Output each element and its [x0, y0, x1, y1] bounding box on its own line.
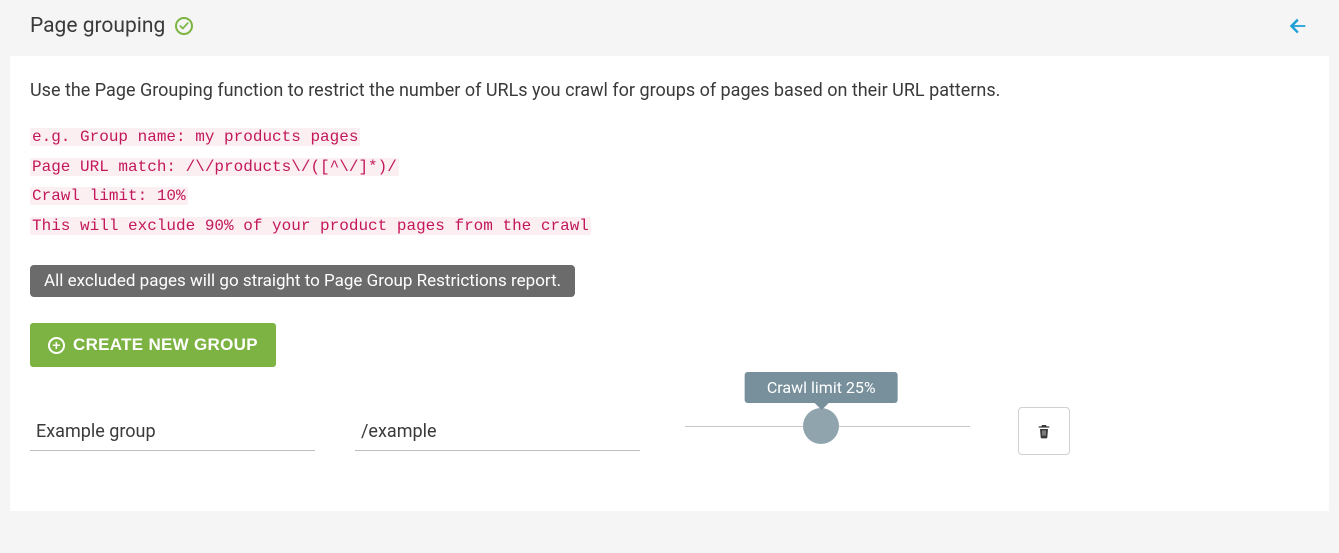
create-group-button[interactable]: + CREATE NEW GROUP: [30, 323, 276, 367]
plus-circle-icon: +: [48, 337, 65, 354]
create-group-label: CREATE NEW GROUP: [73, 335, 258, 355]
slider-thumb[interactable]: [803, 408, 839, 444]
intro-text: Use the Page Grouping function to restri…: [30, 80, 1309, 101]
url-match-input[interactable]: [355, 415, 640, 451]
example-line: e.g. Group name: my products pages: [30, 128, 360, 146]
example-code: e.g. Group name: my products pages Page …: [30, 123, 1309, 241]
check-circle-icon: [175, 17, 193, 35]
back-arrow-icon[interactable]: [1287, 15, 1309, 37]
delete-group-button[interactable]: [1018, 407, 1070, 455]
example-line: This will exclude 90% of your product pa…: [30, 217, 591, 235]
panel-header: Page grouping: [0, 0, 1339, 56]
page-title: Page grouping: [30, 14, 165, 38]
group-row: Crawl limit 25%: [30, 401, 1309, 451]
slider-tooltip: Crawl limit 25%: [745, 372, 898, 403]
content-panel: Use the Page Grouping function to restri…: [10, 56, 1329, 511]
restrictions-note: All excluded pages will go straight to P…: [30, 265, 575, 297]
slider-tooltip-label: Crawl limit 25%: [767, 378, 876, 397]
trash-icon: [1036, 422, 1052, 440]
example-line: Crawl limit: 10%: [30, 187, 188, 205]
crawl-limit-slider[interactable]: Crawl limit 25%: [685, 401, 970, 451]
example-line: Page URL match: /\/products\/([^\/]*)/: [30, 158, 399, 176]
group-name-input[interactable]: [30, 415, 315, 451]
